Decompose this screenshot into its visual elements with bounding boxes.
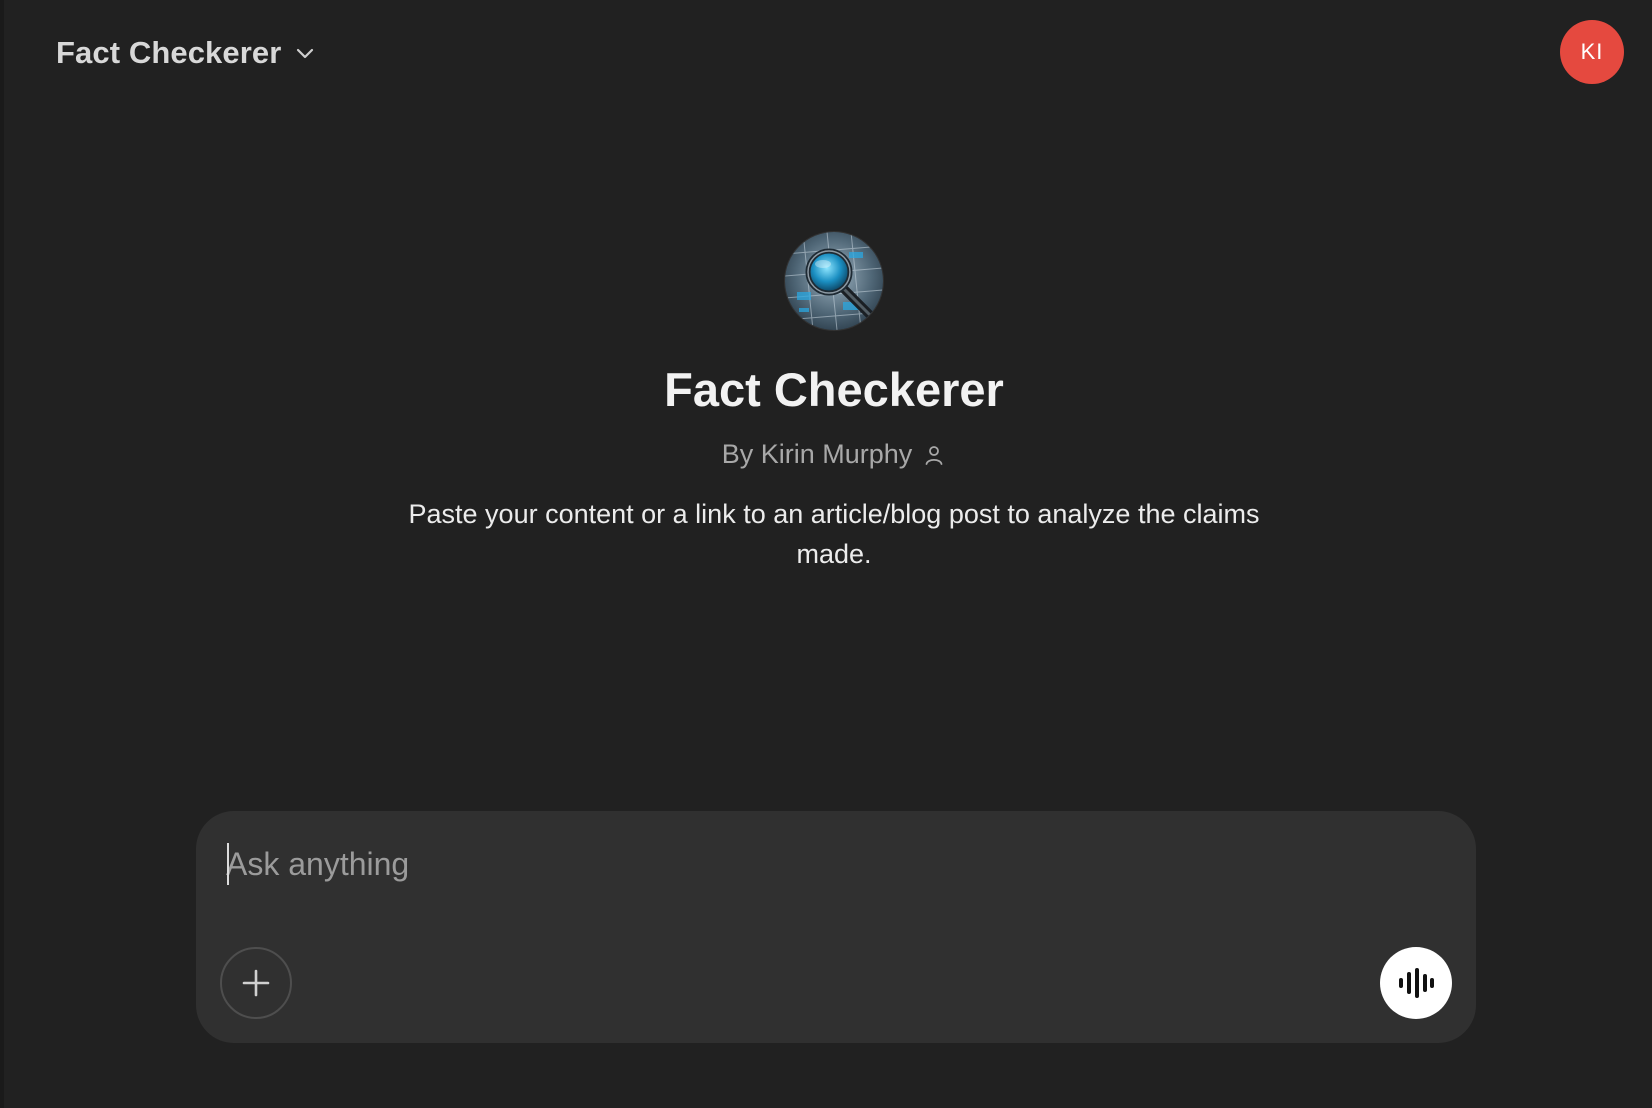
voice-mode-button[interactable] — [1380, 947, 1452, 1019]
gpt-author[interactable]: By Kirin Murphy — [722, 439, 947, 470]
text-caret — [227, 843, 229, 885]
gpt-intro: Fact Checkerer By Kirin Murphy Paste you… — [4, 232, 1652, 574]
chevron-down-icon — [297, 48, 314, 59]
message-composer — [196, 811, 1476, 1043]
magnifying-glass-icon — [785, 232, 883, 330]
author-name: By Kirin Murphy — [721, 439, 913, 469]
model-switcher[interactable]: Fact Checkerer — [50, 30, 323, 76]
plus-icon — [242, 969, 270, 997]
attach-button[interactable] — [220, 947, 292, 1019]
prompt-input[interactable] — [226, 839, 1426, 889]
app-window: Fact Checkerer KI Fact Checkerer By Kiri… — [0, 0, 1652, 1108]
gpt-description: Paste your content or a link to an artic… — [408, 499, 1260, 569]
top-bar: Fact Checkerer KI — [4, 0, 1652, 104]
voice-waveform-icon — [1399, 968, 1434, 998]
gpt-title: Fact Checkerer — [664, 363, 1004, 416]
gpt-profile-image — [785, 232, 883, 330]
person-icon — [925, 445, 943, 465]
avatar-initials: KI — [1580, 39, 1604, 64]
model-name: Fact Checkerer — [56, 35, 282, 70]
user-avatar[interactable]: KI — [1560, 20, 1624, 84]
